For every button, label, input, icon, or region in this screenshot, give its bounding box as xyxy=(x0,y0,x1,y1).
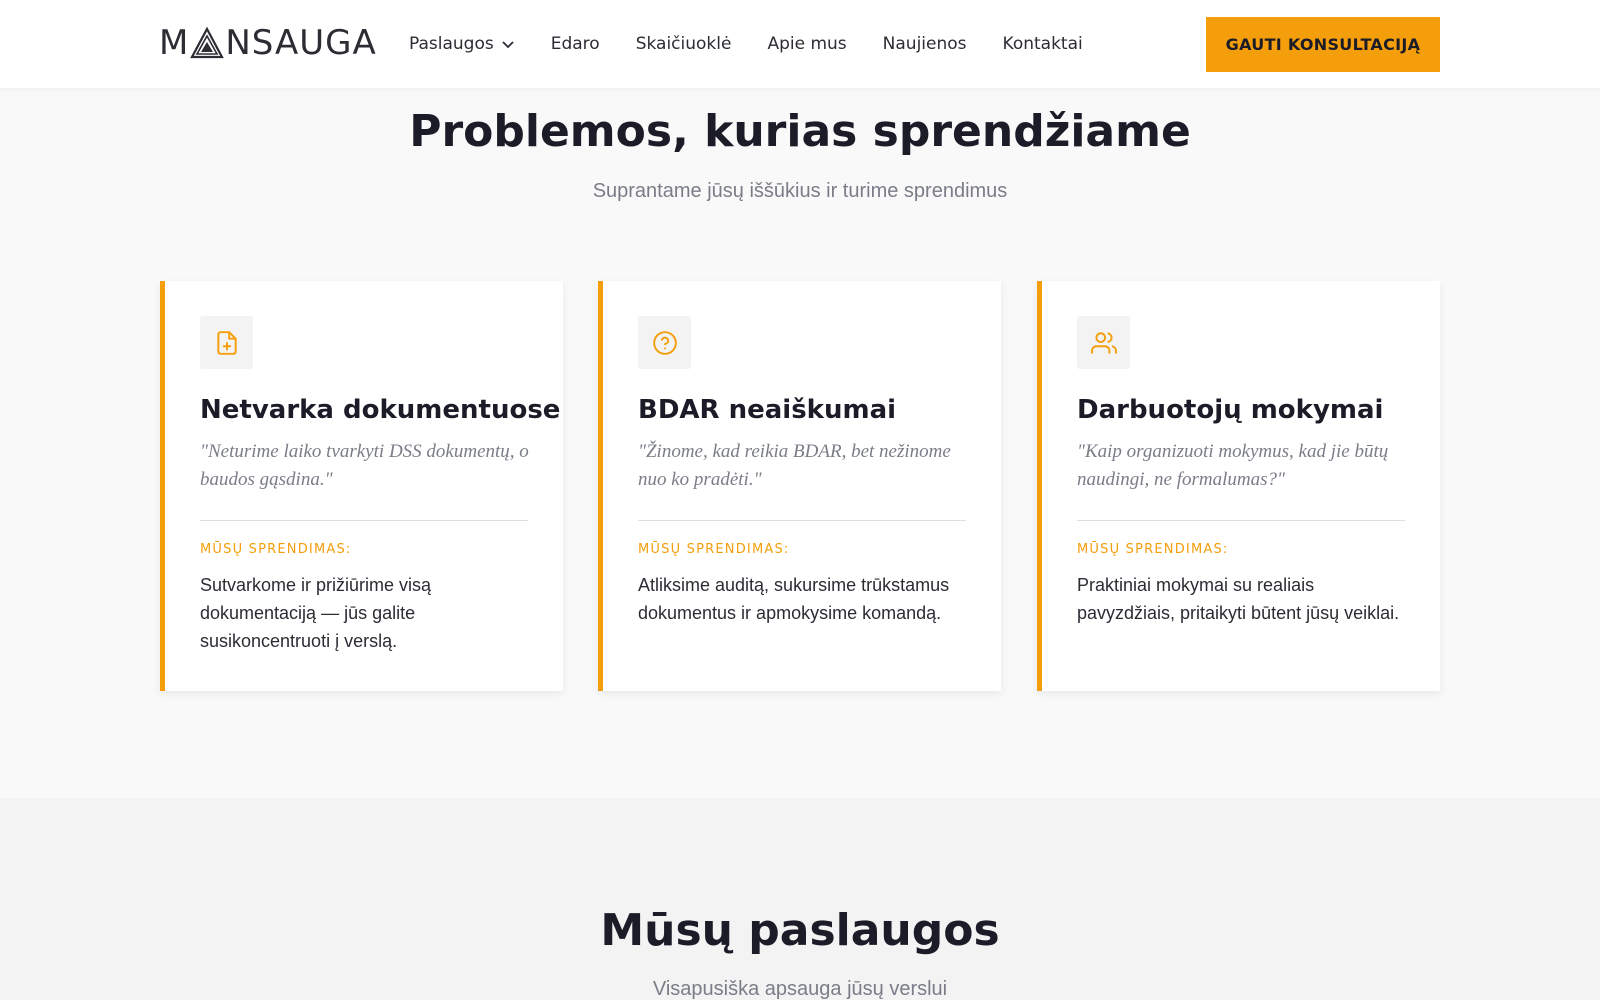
services-title: Mūsų paslaugos xyxy=(600,905,1000,956)
card-icon-box xyxy=(638,316,691,369)
main-nav: Paslaugos Edaro Skaičiuoklė Apie mus Nau… xyxy=(409,0,1119,88)
card-title: Netvarka dokumentuose xyxy=(200,395,561,425)
nav-item-label: Naujienos xyxy=(882,34,967,54)
problem-card: Darbuotojų mokymai "Kaip organizuoti mok… xyxy=(1037,281,1440,691)
logo[interactable]: M NSAUGA xyxy=(159,23,377,63)
problems-title: Problemos, kurias sprendžiame xyxy=(409,106,1191,157)
nav-item-label: Edaro xyxy=(550,34,600,54)
card-quote: "Kaip organizuoti mokymus, kad jie būtų … xyxy=(1077,441,1389,490)
nav-item-apie-mus[interactable]: Apie mus xyxy=(767,34,846,54)
nav-item-kontaktai[interactable]: Kontaktai xyxy=(1003,34,1083,54)
nav-item-label: Kontaktai xyxy=(1002,34,1083,54)
nav-item-naujienos[interactable]: Naujienos xyxy=(883,34,967,54)
card-divider xyxy=(1077,520,1405,521)
card-icon-box xyxy=(200,316,253,369)
solution-label: MŪSŲ SPRENDIMAS: xyxy=(638,542,790,557)
solution-text: Praktiniai mokymai su realiais pavyzdžia… xyxy=(1077,575,1400,623)
solution-text: Atliksime auditą, sukursime trūkstamus d… xyxy=(638,575,950,623)
nav-item-skaiciuokle[interactable]: Skaičiuoklė xyxy=(636,34,732,54)
site-header: M NSAUGA Paslaugos Edaro Skaičiuoklė Api… xyxy=(0,0,1600,88)
chevron-down-icon xyxy=(502,41,514,49)
services-section xyxy=(0,798,1600,1000)
nav-item-label: Apie mus xyxy=(767,34,847,54)
nav-item-edaro[interactable]: Edaro xyxy=(551,34,600,54)
card-divider xyxy=(200,520,528,521)
card-quote: "Žinome, kad reikia BDAR, bet nežinome n… xyxy=(638,441,951,490)
logo-text-start: M xyxy=(159,23,190,63)
solution-text: Sutvarkome ir prižiūrime visą dokumentac… xyxy=(200,575,432,651)
file-plus-icon xyxy=(216,330,237,355)
card-divider xyxy=(638,520,966,521)
question-circle-icon xyxy=(652,330,677,355)
card-title: BDAR neaiškumai xyxy=(638,395,897,425)
card-quote: "Neturime laiko tvarkyti DSS dokumentų, … xyxy=(200,441,529,490)
nav-item-label: Skaičiuoklė xyxy=(635,34,732,54)
card-icon-box xyxy=(1077,316,1130,369)
problem-card: BDAR neaiškumai "Žinome, kad reikia BDAR… xyxy=(598,281,1001,691)
nav-item-label: Paslaugos xyxy=(409,34,494,54)
users-icon xyxy=(1090,331,1117,354)
problem-card: Netvarka dokumentuose "Neturime laiko tv… xyxy=(160,281,563,691)
solution-label: MŪSŲ SPRENDIMAS: xyxy=(200,542,352,557)
solution-label: MŪSŲ SPRENDIMAS: xyxy=(1077,542,1229,557)
get-consultation-button[interactable]: GAUTI KONSULTACIJĄ xyxy=(1206,17,1440,72)
card-title: Darbuotojų mokymai xyxy=(1077,395,1384,425)
services-subtitle: Visapusiška apsauga jūsų verslui xyxy=(652,978,948,1000)
nav-item-paslaugos[interactable]: Paslaugos xyxy=(409,34,515,54)
logo-triangle-icon xyxy=(190,26,225,59)
problems-subtitle: Suprantame jūsų iššūkius ir turime spren… xyxy=(592,180,1008,202)
logo-text-end: NSAUGA xyxy=(225,23,377,63)
